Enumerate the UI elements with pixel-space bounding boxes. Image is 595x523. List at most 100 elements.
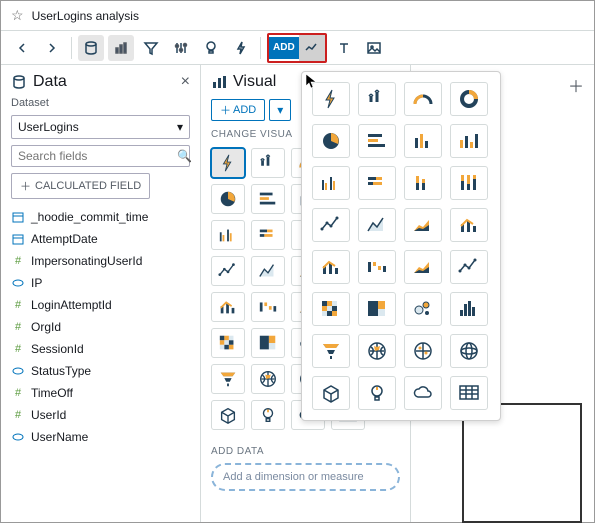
visual-type-areastack[interactable] [404,208,442,242]
field-item[interactable]: #TimeOff [11,385,190,401]
visual-type-funnel[interactable] [312,334,350,368]
visual-type-treemap[interactable] [358,292,396,326]
visual-type-combo[interactable] [312,250,350,284]
visual-type-box3d[interactable] [211,400,245,430]
add-data-dropzone[interactable]: Add a dimension or measure [211,463,400,491]
visual-type-cloud[interactable] [404,376,442,410]
visual-type-hbar[interactable] [251,184,285,214]
field-item[interactable]: AttemptDate [11,231,190,247]
num-type-icon: # [11,254,25,268]
actions-icon[interactable] [228,35,254,61]
visual-type-mapfill[interactable] [358,334,396,368]
close-icon[interactable]: × [181,73,190,91]
visual-type-heatmap[interactable] [312,292,350,326]
search-fields-input[interactable]: 🔍 [11,145,190,167]
bar-chart-icon [211,74,227,90]
add-pill[interactable]: ADD [269,37,299,59]
visual-type-areastack[interactable] [404,250,442,284]
field-item[interactable]: #OrgId [11,319,190,335]
visual-type-mappoint[interactable] [404,334,442,368]
visual-type-bulb[interactable] [358,376,396,410]
visual-type-stackh[interactable] [251,220,285,250]
visual-type-area[interactable] [358,208,396,242]
visual-type-line[interactable] [450,250,488,284]
visual-type-kpi[interactable] [358,82,396,116]
divider [260,37,261,59]
visual-type-mapfill[interactable] [251,364,285,394]
visual-type-bolt[interactable] [312,82,350,116]
visual-type-combo[interactable] [450,208,488,242]
field-item[interactable]: IP [11,275,190,291]
image-icon[interactable] [361,35,387,61]
visual-type-stack100[interactable] [450,166,488,200]
dataset-select[interactable]: UserLogins ▾ [11,115,190,139]
visual-type-donut[interactable] [450,82,488,116]
visual-type-line[interactable] [312,208,350,242]
date-type-icon [11,210,25,224]
insights-icon[interactable] [198,35,224,61]
num-type-icon: # [11,386,25,400]
visual-type-heatmap[interactable] [211,328,245,358]
field-item[interactable]: StatusType [11,363,190,379]
field-item[interactable]: #UserId [11,407,190,423]
visual-type-table[interactable] [450,376,488,410]
parameters-icon[interactable] [168,35,194,61]
database-icon [11,74,27,90]
field-item[interactable]: UserName [11,429,190,445]
visual-type-bar2[interactable] [450,124,488,158]
visual-type-hbar[interactable] [358,124,396,158]
visual-type-box3d[interactable] [312,376,350,410]
filter-icon[interactable] [138,35,164,61]
favorite-star-icon[interactable]: ☆ [11,7,24,24]
redo-button[interactable] [39,35,65,61]
add-data-label: ADD DATA [211,446,400,457]
visualize-icon[interactable] [108,35,134,61]
add-insight-button[interactable] [299,35,325,61]
visual-type-treemap[interactable] [251,328,285,358]
visual-type-bolt[interactable] [211,148,245,178]
visual-type-bubble[interactable] [404,292,442,326]
chevron-down-icon: ▾ [177,120,183,134]
visual-type-clustered[interactable] [312,166,350,200]
add-visual-button[interactable]: ＋ADD [211,99,265,121]
field-list: _hoodie_commit_time AttemptDate #Impersona… [11,209,190,445]
visual-type-waterfall[interactable] [358,250,396,284]
visual-type-kpi[interactable] [251,148,285,178]
field-item[interactable]: #LoginAttemptId [11,297,190,313]
num-type-icon: # [11,342,25,356]
visual-type-globe[interactable] [450,334,488,368]
visual-type-stackv[interactable] [404,166,442,200]
visual-type-pie[interactable] [211,184,245,214]
analysis-title: UserLogins analysis [32,9,139,23]
visual-placeholder[interactable] [462,403,582,523]
undo-button[interactable] [9,35,35,61]
add-sheet-button[interactable]: ＋ [568,73,584,97]
add-visual-caret[interactable]: ▾ [269,99,291,121]
calculated-field-button[interactable]: ＋CALCULATED FIELD [11,173,150,199]
visual-type-stackh[interactable] [358,166,396,200]
visual-type-gauge[interactable] [404,82,442,116]
visual-type-vbar[interactable] [404,124,442,158]
dataset-label: Dataset [11,97,190,109]
str-type-icon [11,364,25,378]
field-item[interactable]: #SessionId [11,341,190,357]
visual-type-line[interactable] [211,256,245,286]
num-type-icon: # [11,298,25,312]
num-type-icon: # [11,408,25,422]
visual-type-histogram[interactable] [450,292,488,326]
title-bar: ☆ UserLogins analysis [1,1,594,31]
add-insight-highlight: ADD [267,33,327,63]
visual-type-combo[interactable] [211,292,245,322]
visual-type-waterfall[interactable] [251,292,285,322]
visual-type-funnel[interactable] [211,364,245,394]
visual-type-bulb[interactable] [251,400,285,430]
visual-type-clustered[interactable] [211,220,245,250]
text-icon[interactable] [331,35,357,61]
dataset-icon[interactable] [78,35,104,61]
str-type-icon [11,430,25,444]
field-item[interactable]: #ImpersonatingUserId [11,253,190,269]
main-toolbar: ADD [1,31,594,65]
field-item[interactable]: _hoodie_commit_time [11,209,190,225]
visual-type-pie[interactable] [312,124,350,158]
visual-type-area[interactable] [251,256,285,286]
